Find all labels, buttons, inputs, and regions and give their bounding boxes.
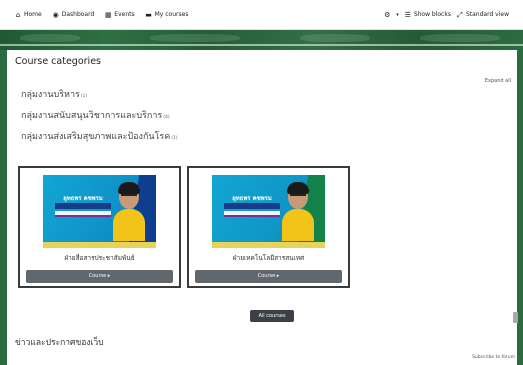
category-name: กลุ่มงานบริหาร	[21, 90, 80, 100]
nav-home[interactable]: ⌂ Home	[14, 11, 42, 19]
show-blocks-label: Show blocks	[413, 11, 451, 18]
home-icon: ⌂	[15, 10, 21, 19]
person-photo	[112, 181, 146, 241]
image-base	[43, 242, 156, 248]
nav-events[interactable]: ▦ Events	[104, 10, 135, 19]
nav-menu: ⌂ Home ◉ Dashboard ▦ Events ▬ My courses	[14, 10, 189, 19]
nav-dashboard-label: Dashboard	[61, 11, 95, 18]
course-card[interactable]: ยุทธพร คชพรม ฝ่ายสื่อสารประชาสัมพันธ์ Co…	[18, 166, 181, 288]
banner-texture	[420, 34, 500, 42]
nav-actions: ⚙ ▾ ☰ Show blocks ⤢ Standard view	[383, 11, 509, 19]
category-count: (1)	[171, 136, 178, 141]
subscribe-link[interactable]: Subscribe to forum	[472, 355, 515, 360]
left-border	[0, 50, 7, 365]
course-button[interactable]: Course ▸	[195, 270, 342, 283]
person-body	[282, 209, 314, 241]
dashboard-icon: ◉	[52, 10, 59, 19]
image-base	[212, 242, 325, 248]
course-title[interactable]: ฝ่ายเทคโนโลยีสารสนเทศ	[189, 253, 348, 263]
person-hair	[287, 182, 309, 194]
category-name: กลุ่มงานสนับสนุนวิชาการและบริการ	[21, 111, 163, 121]
image-line	[224, 203, 280, 209]
image-text-plate: ยุทธพร คชพรม	[53, 191, 113, 225]
nav-home-label: Home	[24, 11, 42, 18]
image-heading: ยุทธพร คชพรม	[232, 195, 272, 202]
category-count: (1)	[80, 94, 88, 99]
person-glasses	[290, 194, 306, 198]
banner-stripe	[0, 44, 523, 46]
nav-dashboard[interactable]: ◉ Dashboard	[52, 11, 95, 19]
category-item[interactable]: กลุ่มงานบริหาร(1)	[21, 87, 87, 101]
course-card[interactable]: ยุทธพร คชพรม ฝ่ายเทคโนโลยีสารสนเทศ Cours…	[187, 166, 350, 288]
course-title[interactable]: ฝ่ายสื่อสารประชาสัมพันธ์	[20, 253, 179, 263]
courses-icon: ▬	[145, 10, 152, 19]
expand-icon: ⤢	[457, 10, 463, 19]
news-section-title: ข่าวและประกาศของเว็บ	[15, 338, 104, 348]
show-blocks-button[interactable]: ☰ Show blocks	[404, 11, 451, 19]
person-glasses	[121, 194, 137, 198]
banner-texture	[20, 34, 80, 42]
blocks-icon: ☰	[404, 10, 411, 19]
person-body	[113, 209, 145, 241]
nav-events-label: Events	[114, 11, 135, 18]
category-item[interactable]: กลุ่มงานส่งเสริมสุขภาพและป้องกันโรค(1)	[21, 129, 178, 143]
image-line	[55, 211, 111, 217]
image-text-plate: ยุทธพร คชพรม	[222, 191, 282, 225]
standard-view-button[interactable]: ⤢ Standard view	[456, 11, 509, 19]
calendar-icon: ▦	[104, 10, 112, 19]
header-banner	[0, 30, 523, 50]
image-heading: ยุทธพร คชพรม	[63, 195, 103, 202]
person-photo	[281, 181, 315, 241]
top-navbar: ⌂ Home ◉ Dashboard ▦ Events ▬ My courses…	[0, 0, 523, 30]
all-courses-button[interactable]: All courses	[250, 310, 294, 322]
course-image[interactable]: ยุทธพร คชพรม	[212, 175, 325, 248]
banner-texture	[150, 34, 240, 42]
course-image[interactable]: ยุทธพร คชพรม	[43, 175, 156, 248]
person-hair	[118, 182, 140, 194]
category-item[interactable]: กลุ่มงานสนับสนุนวิชาการและบริการ(4)	[21, 108, 170, 122]
chevron-down-icon[interactable]: ▾	[396, 12, 399, 18]
category-count: (4)	[163, 115, 170, 120]
image-line	[55, 203, 111, 209]
main-content: Course categories Expand all กลุ่มงานบริ…	[7, 50, 518, 365]
standard-view-label: Standard view	[465, 11, 509, 18]
nav-my-courses-label: My courses	[154, 11, 189, 18]
category-name: กลุ่มงานส่งเสริมสุขภาพและป้องกันโรค	[21, 132, 171, 142]
scroll-handle[interactable]	[513, 312, 518, 323]
expand-all-link[interactable]: Expand all	[485, 78, 511, 84]
page-title: Course categories	[15, 56, 101, 67]
course-button[interactable]: Course ▸	[26, 270, 173, 283]
banner-texture	[300, 34, 370, 42]
gear-icon[interactable]: ⚙	[383, 11, 391, 19]
nav-my-courses[interactable]: ▬ My courses	[145, 10, 189, 19]
image-line	[224, 211, 280, 217]
